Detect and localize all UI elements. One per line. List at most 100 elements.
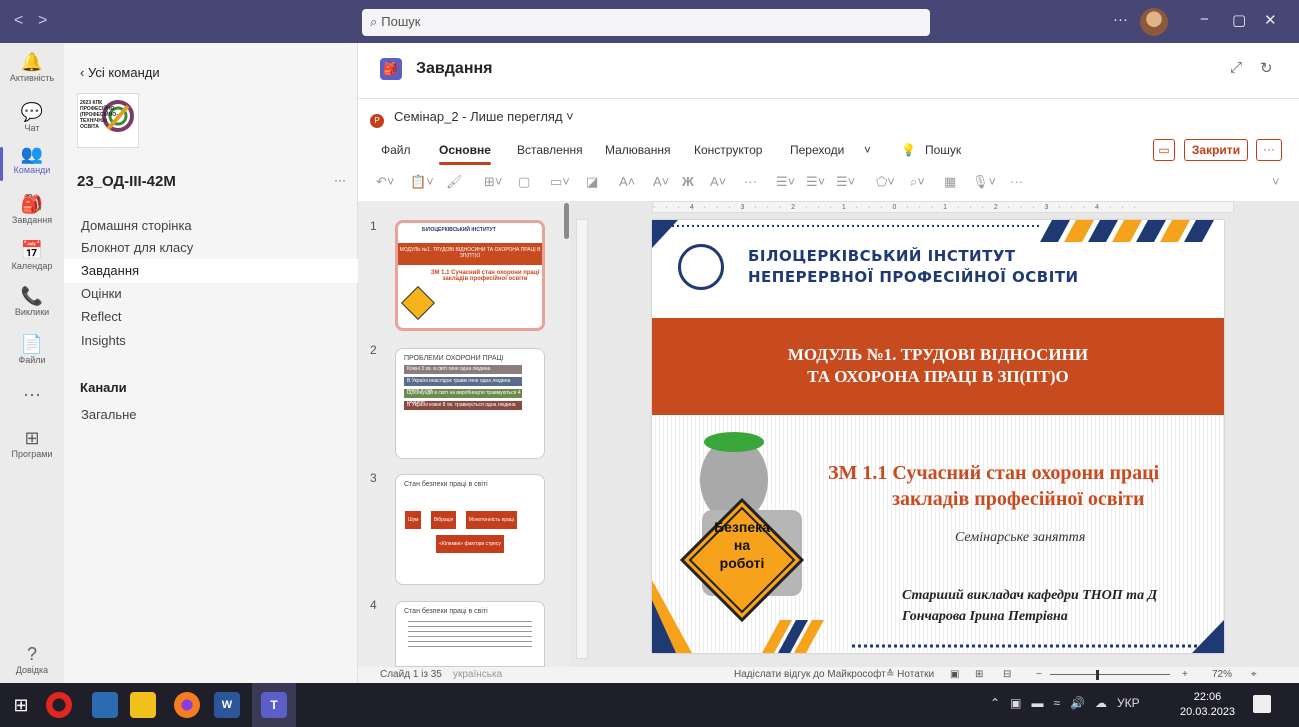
team-more-icon[interactable]: ··· bbox=[334, 173, 346, 187]
onedrive-icon[interactable]: ☁ bbox=[1095, 696, 1107, 710]
search-input[interactable]: ⌕ Пошук bbox=[362, 9, 930, 36]
rail-teams[interactable]: 👥 Команди bbox=[0, 143, 64, 181]
tab-draw[interactable]: Малювання bbox=[605, 143, 670, 157]
more-options-icon[interactable]: ··· bbox=[1113, 11, 1128, 28]
tab-insert[interactable]: Вставлення bbox=[517, 143, 583, 157]
layout-icon[interactable]: ▢ bbox=[518, 174, 530, 190]
find-icon[interactable]: ⌕˅ bbox=[910, 174, 925, 190]
zoom-out-icon[interactable]: − bbox=[1036, 669, 1042, 680]
slide-thumbnail-1[interactable]: БІЛОЦЕРКІВСЬКИЙ ІНСТИТУТ МОДУЛЬ №1. ТРУД… bbox=[395, 220, 545, 331]
assignments-app-icon: 🎒 bbox=[380, 58, 402, 80]
format-painter-icon[interactable]: 🖌 bbox=[446, 174, 463, 190]
slide-thumbnail-4[interactable]: Стан безпеки праці в світі bbox=[395, 601, 545, 667]
firefox-icon[interactable] bbox=[174, 692, 200, 718]
slide-1[interactable]: БІЛОЦЕРКІВСЬКИЙ ІНСТИТУТ НЕПЕРЕРВНОЇ ПРО… bbox=[652, 220, 1224, 653]
tray-expand-icon[interactable]: ⌃ bbox=[990, 696, 1000, 710]
slide-thumbnail-2[interactable]: ПРОБЛЕМИ ОХОРОНИ ПРАЦІ Кожні 3 хв. в сві… bbox=[395, 348, 545, 459]
slide-thumbnail-3[interactable]: Стан безпеки праці в світі Шум Вібрація … bbox=[395, 474, 545, 585]
align-icon[interactable]: ☰˅ bbox=[836, 174, 855, 190]
tab-search[interactable]: Пошук bbox=[925, 143, 961, 157]
safety-sign-text: Безпека на роботі bbox=[714, 519, 770, 571]
rail-activity[interactable]: 🔔 Активність bbox=[0, 51, 64, 83]
maximize-icon[interactable]: ▢ bbox=[1232, 11, 1246, 29]
reading-view-icon[interactable]: ⊟ bbox=[1003, 669, 1011, 680]
file-explorer-icon[interactable] bbox=[130, 692, 156, 718]
calculator-icon[interactable] bbox=[92, 692, 118, 718]
rail-files[interactable]: 📄 Файли bbox=[0, 333, 64, 365]
thumb-number: 3 bbox=[370, 471, 377, 485]
nav-assignments[interactable]: Завдання bbox=[64, 259, 358, 283]
more-formatting-icon[interactable]: ··· bbox=[744, 174, 757, 189]
tab-design[interactable]: Конструктор bbox=[694, 143, 762, 157]
tab-transitions[interactable]: Переходи bbox=[790, 143, 844, 157]
back-arrow-icon[interactable]: < bbox=[14, 12, 23, 30]
expand-icon[interactable]: ⤢ bbox=[1230, 59, 1242, 76]
nav-home[interactable]: Домашня сторінка bbox=[64, 214, 358, 238]
nav-reflect[interactable]: Reflect bbox=[64, 305, 358, 329]
tray-app-icon[interactable]: ▣ bbox=[1010, 696, 1021, 710]
keyboard-language[interactable]: УКР bbox=[1117, 696, 1140, 710]
opera-icon[interactable] bbox=[46, 692, 72, 718]
zoom-in-icon[interactable]: + bbox=[1182, 669, 1188, 680]
rail-assignments[interactable]: 🎒 Завдання bbox=[0, 193, 64, 225]
zoom-slider-thumb[interactable] bbox=[1096, 670, 1099, 680]
dictate-icon[interactable]: 🎙˅ bbox=[972, 174, 996, 190]
nav-grades[interactable]: Оцінки bbox=[64, 282, 358, 306]
rail-more[interactable]: ··· bbox=[0, 383, 64, 405]
nav-notebook[interactable]: Блокнот для класу bbox=[64, 236, 358, 260]
normal-view-icon[interactable]: ▣ bbox=[950, 669, 959, 680]
minimize-icon[interactable]: − bbox=[1200, 11, 1209, 28]
document-title[interactable]: P Семінар_2 - Лише перегляд ˅ bbox=[370, 109, 574, 128]
channel-general[interactable]: Загальне bbox=[64, 403, 358, 427]
feedback-link[interactable]: Надіслати відгук до Майкрософт bbox=[734, 669, 886, 680]
section-icon[interactable]: ▭˅ bbox=[550, 174, 570, 190]
editor-canvas: 1 БІЛОЦЕРКІВСЬКИЙ ІНСТИТУТ МОДУЛЬ №1. ТР… bbox=[358, 201, 1299, 667]
volume-icon[interactable]: 🔊 bbox=[1070, 696, 1085, 710]
font-grow-icon[interactable]: A˄ bbox=[619, 174, 635, 189]
comment-icon: ▭ bbox=[1158, 143, 1170, 157]
rail-calls[interactable]: 📞 Виклики bbox=[0, 285, 64, 317]
team-logo: 2023 КПК ПРОФЕСІЙНО (ПРОФЕСІЙНО-ТЕХНІЧНА… bbox=[77, 93, 139, 148]
all-teams-link[interactable]: ‹ Усі команди bbox=[80, 65, 160, 80]
ribbon-expand-icon[interactable]: ˅ bbox=[1272, 174, 1280, 189]
wifi-icon[interactable]: ≈ bbox=[1053, 696, 1060, 710]
zoom-slider[interactable] bbox=[1050, 674, 1170, 675]
numbering-icon[interactable]: ☰˅ bbox=[806, 174, 825, 190]
slide-sorter-icon[interactable]: ⊞ bbox=[975, 669, 983, 680]
toolbar-more-icon[interactable]: ··· bbox=[1010, 174, 1023, 189]
designer-icon[interactable]: ▦ bbox=[944, 174, 956, 190]
refresh-icon[interactable]: ↻ bbox=[1260, 59, 1273, 77]
comment-button[interactable]: ▭ bbox=[1153, 139, 1175, 161]
tab-more-chevron[interactable]: ˅ bbox=[864, 143, 871, 157]
fit-slide-icon[interactable]: ⌖ bbox=[1251, 669, 1257, 680]
shape-icon[interactable]: ◪ bbox=[586, 174, 598, 190]
font-shrink-icon[interactable]: A˅ bbox=[653, 174, 669, 189]
close-button[interactable]: Закрити bbox=[1184, 139, 1248, 161]
forward-arrow-icon[interactable]: > bbox=[38, 12, 47, 30]
battery-icon[interactable]: ▬ bbox=[1031, 696, 1043, 710]
undo-icon[interactable]: ↶˅ bbox=[376, 174, 394, 190]
notifications-icon[interactable] bbox=[1253, 695, 1271, 713]
thumbnail-scrollbar[interactable] bbox=[564, 203, 569, 239]
shapes-icon[interactable]: ⬠˅ bbox=[876, 174, 895, 190]
bullets-icon[interactable]: ☰˅ bbox=[776, 174, 795, 190]
notes-button[interactable]: ≙ Нотатки bbox=[886, 669, 934, 680]
avatar[interactable] bbox=[1140, 8, 1168, 36]
font-color-icon[interactable]: A˅ bbox=[710, 174, 726, 189]
rail-chat[interactable]: 💬 Чат bbox=[0, 101, 64, 133]
paste-icon[interactable]: 📋˅ bbox=[410, 174, 434, 190]
rail-help[interactable]: ? Довідка bbox=[0, 643, 64, 675]
close-window-icon[interactable]: ✕ bbox=[1264, 11, 1277, 29]
bold-icon[interactable]: Ж bbox=[682, 174, 694, 189]
new-slide-icon[interactable]: ⊞˅ bbox=[484, 174, 502, 190]
windows-start-icon[interactable]: ⊞ bbox=[8, 692, 34, 718]
teams-taskbar-button[interactable]: T bbox=[252, 683, 296, 727]
more-button[interactable]: ··· bbox=[1256, 139, 1282, 161]
tab-file[interactable]: Файл bbox=[381, 143, 411, 157]
tab-home[interactable]: Основне bbox=[439, 143, 491, 165]
clock[interactable]: 22:06 20.03.2023 bbox=[1180, 690, 1235, 720]
rail-apps[interactable]: ⊞ Програми bbox=[0, 427, 64, 459]
rail-calendar[interactable]: 📅 Календар bbox=[0, 239, 64, 271]
nav-insights[interactable]: Insights bbox=[64, 329, 358, 353]
word-icon[interactable]: W bbox=[214, 692, 240, 718]
